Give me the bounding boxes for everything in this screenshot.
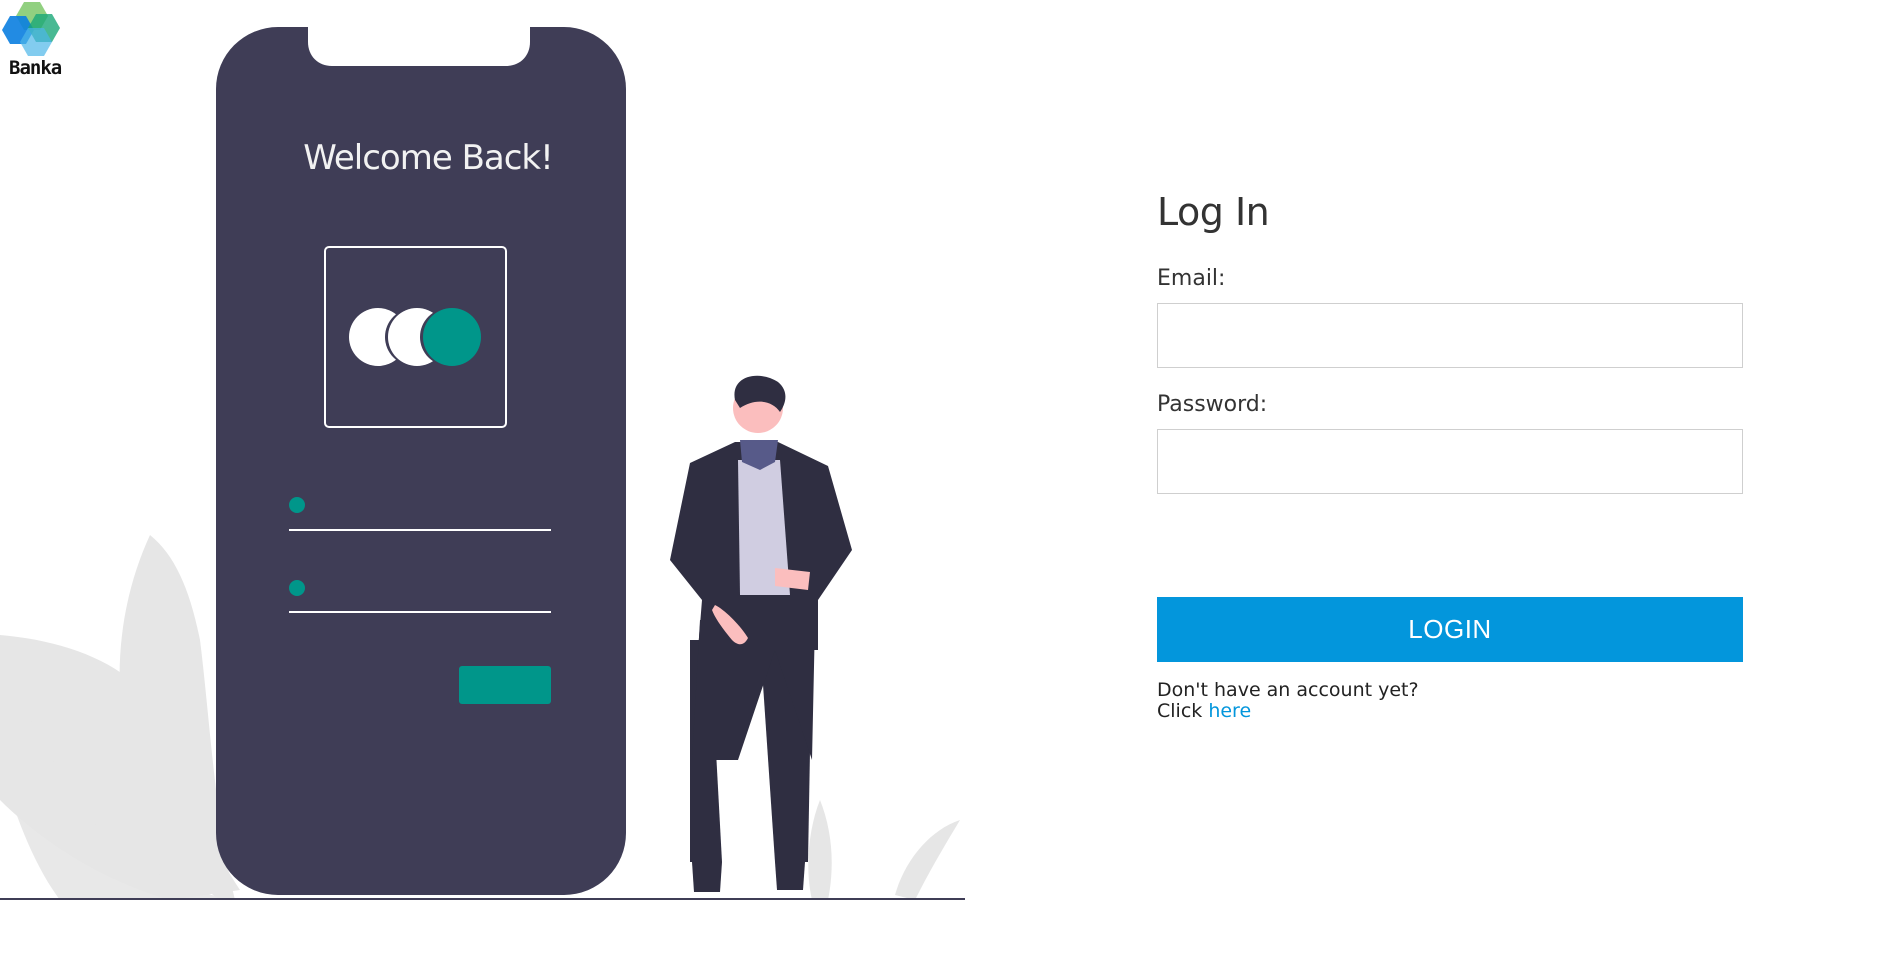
login-form: Log In Email: Password: LOGIN Don't have… (1157, 190, 1743, 722)
password-label: Password: (1157, 392, 1268, 417)
email-label: Email: (1157, 266, 1226, 291)
welcome-heading: Welcome Back! (303, 138, 554, 178)
signup-click-text: Click (1157, 700, 1203, 722)
login-illustration (0, 27, 965, 900)
password-field[interactable] (1157, 429, 1743, 494)
signup-question: Don't have an account yet? (1157, 679, 1419, 701)
signup-prompt: Don't have an account yet? Click here (1157, 680, 1743, 722)
page-title: Log In (1157, 190, 1270, 234)
signup-line: Click here (1157, 701, 1743, 722)
signup-link[interactable]: here (1208, 700, 1251, 722)
email-field[interactable] (1157, 303, 1743, 368)
login-button[interactable]: LOGIN (1157, 597, 1743, 662)
